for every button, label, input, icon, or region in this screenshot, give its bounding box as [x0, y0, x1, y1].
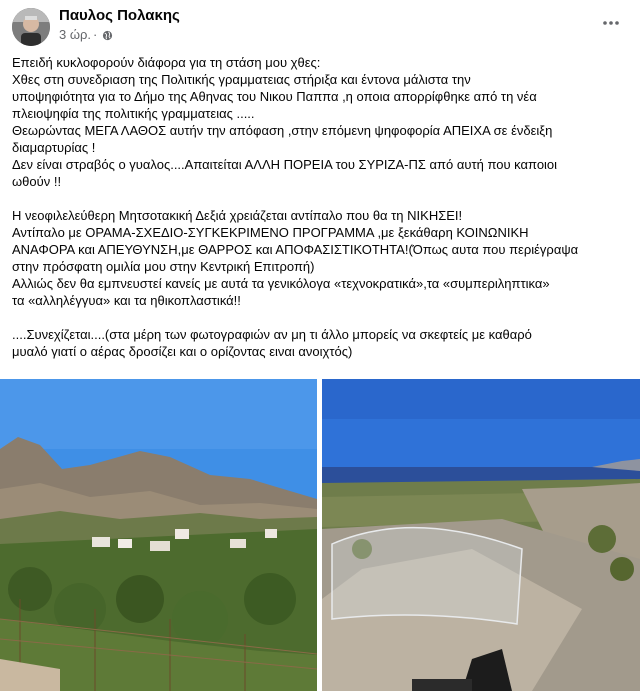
photo-grid: [0, 379, 640, 691]
post-text-line: ωθούν !!: [12, 174, 62, 189]
post-text-line: Δεν είναι στραβός ο γυαλος....Απαιτείται…: [12, 157, 558, 172]
post-header: Παυλος Πολακης 3 ώρ. ·: [0, 0, 640, 48]
post-text-line: υποψηφιότητα για το Δήμο της Αθηνας του …: [12, 89, 537, 104]
post-text-line: Επειδή κυκλοφορούν διάφορα για τη στάση …: [12, 55, 321, 70]
post-text-line: Αντίπαλο με ΟΡΑΜΑ-ΣΧΕΔΙΟ-ΣΥΓΚΕΚΡΙΜΕΝΟ ΠΡ…: [12, 225, 529, 240]
author-name[interactable]: Παυλος Πολακης: [59, 7, 180, 24]
post-text-line: τα «αλληλέγγυα» και τα ηθικοπλαστικά!!: [12, 293, 241, 308]
post-time[interactable]: 3 ώρ.: [59, 27, 91, 42]
post-text-line: Θεωρώντας ΜΕΓΑ ΛΑΘΟΣ αυτήν την απόφαση ,…: [12, 123, 553, 138]
globe-icon[interactable]: [102, 29, 113, 41]
mountain-village-photo[interactable]: [0, 379, 317, 691]
post-text-line: ΑΝΑΦΟΡΑ και ΑΠΕΥΘΥΝΣΗ,με ΘΑΡΡΟΣ και ΑΠΟΦ…: [12, 242, 579, 257]
post-text-line: πλειοψηφία της πολιτικής γραμματειας ...…: [12, 106, 255, 121]
meta-separator: ·: [93, 27, 98, 42]
post-body: Επειδή κυκλοφορούν διάφορα για τη στάση …: [12, 54, 632, 360]
avatar[interactable]: [12, 8, 50, 46]
post-text-line: Η νεοφιλελεύθερη Μητσοτακική Δεξιά χρειά…: [12, 208, 463, 223]
sea-view-dirt-road-photo[interactable]: [322, 379, 640, 691]
more-options-icon[interactable]: [600, 12, 622, 34]
post-meta: 3 ώρ. ·: [59, 27, 113, 42]
post-text-line: Αλλιώς δεν θα εμπνευστεί κανείς με αυτά …: [12, 276, 550, 291]
post-text-line: στην πρόσφατη ομιλία μου στην Κεντρική Ε…: [12, 259, 315, 274]
post-text-line: ....Συνεχίζεται....(στα μέρη των φωτογρα…: [12, 327, 532, 342]
post-text-line: μυαλό γιατί ο αέρας δροσίζει και ο ορίζο…: [12, 344, 353, 359]
post-text-line: Χθες στη συνεδριαση της Πολιτικής γραμμα…: [12, 72, 471, 87]
post-text-line: διαμαρτυρίας !: [12, 140, 96, 155]
